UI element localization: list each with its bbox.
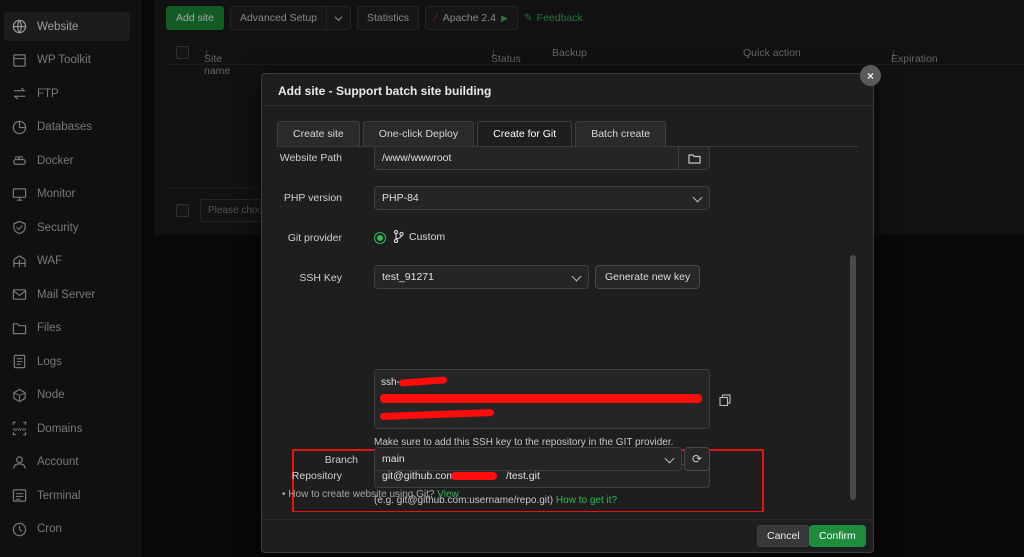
cancel-button[interactable]: Cancel (757, 525, 810, 547)
ssh-key-value: test_91271 (382, 271, 434, 283)
website-path-input[interactable]: /www/wwwroot (374, 147, 710, 170)
generate-new-key-button[interactable]: Generate new key (595, 265, 701, 289)
view-link[interactable]: View (437, 489, 459, 500)
redaction-mark (380, 394, 702, 403)
php-version-value: PHP-84 (382, 192, 419, 204)
php-version-select[interactable]: PHP-84 (374, 186, 710, 210)
tab-create-for-git[interactable]: Create for Git (477, 121, 573, 146)
modal-tabs: Create site One-click Deploy Create for … (277, 121, 669, 146)
git-provider-value: Custom (409, 230, 446, 243)
modal-scrollbar[interactable] (850, 255, 856, 500)
ssh-key-label: SSH Key (299, 272, 342, 284)
copy-icon[interactable] (719, 394, 731, 409)
close-icon[interactable]: × (860, 65, 881, 86)
refresh-icon: ⟳ (691, 452, 703, 466)
ssh-key-select[interactable]: test_91271 (374, 265, 589, 289)
how-to-get-it-link[interactable]: How to get it? (556, 495, 617, 506)
tab-one-click-deploy[interactable]: One-click Deploy (362, 121, 475, 146)
php-version-label: PHP version (283, 192, 342, 204)
branch-value: main (382, 453, 405, 465)
folder-icon[interactable] (678, 147, 709, 170)
redaction-mark (451, 472, 497, 480)
git-help-text: • How to create website using Git? View (282, 489, 459, 500)
ssh-key-text: ssh- (381, 377, 400, 388)
git-help-label: How to create website using Git? (288, 489, 435, 500)
website-path-label: Website Path (279, 152, 342, 164)
repository-value-prefix: git@github.com: (382, 470, 459, 482)
tab-create-site[interactable]: Create site (277, 121, 360, 146)
add-site-modal: Add site - Support batch site building C… (261, 73, 874, 553)
tab-batch-create[interactable]: Batch create (575, 121, 667, 146)
repository-value-suffix: /test.git (506, 470, 540, 482)
repository-label: Repository (291, 470, 342, 482)
git-branch-icon (393, 230, 404, 243)
git-provider-option[interactable]: Custom (393, 230, 445, 243)
git-provider-radio[interactable] (374, 232, 386, 244)
branch-label: Branch (324, 454, 358, 466)
git-provider-label: Git provider (287, 232, 342, 244)
refresh-branch-button[interactable]: ⟳ (684, 447, 710, 471)
website-path-value: /www/wwwroot (382, 152, 452, 164)
modal-title: Add site - Support batch site building (262, 74, 873, 106)
branch-select[interactable]: main (374, 447, 682, 471)
chevron-down-icon (664, 453, 675, 464)
modal-footer-divider (262, 519, 873, 520)
chevron-down-icon (571, 271, 582, 282)
chevron-down-icon (692, 192, 703, 203)
confirm-button[interactable]: Confirm (809, 525, 866, 547)
